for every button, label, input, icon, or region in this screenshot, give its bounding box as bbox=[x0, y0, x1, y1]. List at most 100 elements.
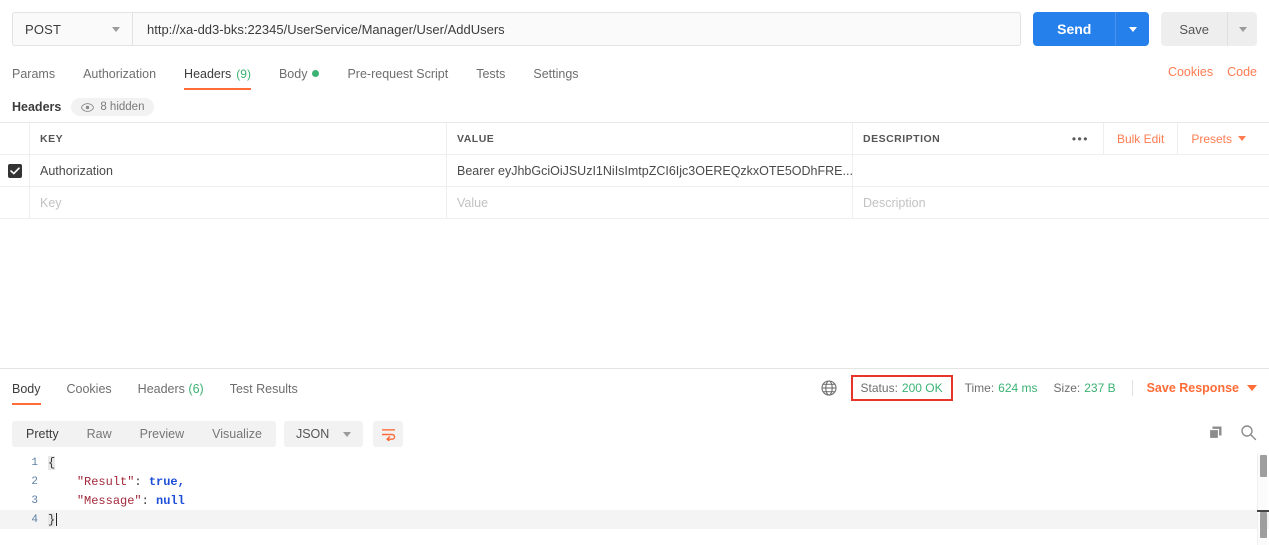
code-line: 2 "Result": true, bbox=[0, 472, 1269, 491]
new-value-input[interactable]: Value bbox=[447, 187, 853, 218]
row-value-cell[interactable]: Bearer eyJhbGciOiJSUzI1NiIsImtpZCI6Ijc3O… bbox=[447, 155, 853, 186]
code-line-text: "Result": true, bbox=[48, 475, 1269, 489]
code-line: 4 } bbox=[0, 510, 1269, 529]
search-icon bbox=[1241, 425, 1257, 441]
bulk-edit-button[interactable]: Bulk Edit bbox=[1104, 123, 1179, 154]
response-tab-cookies[interactable]: Cookies bbox=[67, 382, 112, 405]
hidden-headers-label: 8 hidden bbox=[100, 101, 145, 113]
http-method-selector[interactable]: POST bbox=[12, 12, 132, 46]
scrollbar-thumb-top[interactable] bbox=[1260, 455, 1267, 477]
check-icon bbox=[9, 166, 20, 174]
code-token-value: null bbox=[156, 493, 185, 508]
presets-button[interactable]: Presets bbox=[1178, 123, 1259, 154]
new-description-placeholder: Description bbox=[863, 195, 926, 210]
code-token-comma: , bbox=[177, 474, 185, 489]
tab-label: Body bbox=[278, 66, 308, 81]
copy-icon bbox=[1208, 426, 1222, 439]
response-tabs: Body Cookies Headers (6) Test Results St… bbox=[0, 369, 1269, 407]
chevron-down-icon bbox=[1238, 26, 1247, 32]
response-format-toolbar: Pretty Raw Preview Visualize JSON bbox=[0, 415, 1269, 453]
code-line-text: } bbox=[48, 512, 1269, 527]
http-method-label: POST bbox=[25, 21, 62, 37]
response-tab-label: Cookies bbox=[66, 381, 112, 396]
row-enabled-checkbox[interactable] bbox=[7, 163, 22, 178]
response-body-actions bbox=[1208, 424, 1257, 444]
tab-label: Tests bbox=[476, 66, 506, 81]
chevron-down-icon bbox=[1247, 385, 1257, 391]
text-cursor bbox=[56, 512, 58, 526]
save-response-button[interactable]: Save Response bbox=[1147, 381, 1257, 395]
row-key-cell[interactable]: Authorization bbox=[30, 155, 447, 186]
status-label: Status: bbox=[860, 381, 898, 395]
view-mode-pretty[interactable]: Pretty bbox=[12, 421, 73, 447]
size-value: 237 B bbox=[1084, 381, 1116, 395]
eye-icon bbox=[81, 102, 95, 112]
chevron-down-icon bbox=[1238, 136, 1246, 141]
tab-pre-request-script[interactable]: Pre-request Script bbox=[347, 67, 448, 90]
scrollbar-thumb-bottom[interactable] bbox=[1260, 512, 1267, 538]
response-body-code[interactable]: 1 { 2 "Result": true, 3 "Message": null … bbox=[0, 453, 1269, 545]
request-url-bar: POST http://xa-dd3-bks:22345/UserService… bbox=[0, 0, 1269, 56]
tab-authorization[interactable]: Authorization bbox=[83, 67, 156, 90]
response-tab-test-results[interactable]: Test Results bbox=[230, 382, 298, 405]
row-checkbox-cell-empty bbox=[0, 187, 30, 218]
code-token-brace: { bbox=[48, 455, 56, 470]
word-wrap-button[interactable] bbox=[373, 421, 404, 447]
code-link[interactable]: Code bbox=[1227, 65, 1257, 79]
column-header-key-label: KEY bbox=[40, 132, 64, 145]
url-input[interactable]: http://xa-dd3-bks:22345/UserService/Mana… bbox=[132, 12, 1022, 46]
save-button[interactable]: Save bbox=[1161, 12, 1227, 46]
tab-label: Authorization bbox=[83, 66, 157, 81]
status-value: 200 OK bbox=[901, 381, 943, 395]
globe-icon[interactable] bbox=[820, 380, 837, 396]
tab-params[interactable]: Params bbox=[12, 67, 55, 90]
view-mode-raw[interactable]: Raw bbox=[73, 421, 126, 447]
word-wrap-icon bbox=[381, 428, 396, 441]
meta-divider bbox=[1131, 380, 1133, 396]
tab-tests[interactable]: Tests bbox=[476, 67, 505, 90]
time-meta: Time: 624 ms bbox=[965, 381, 1038, 395]
code-line: 3 "Message": null bbox=[0, 491, 1269, 510]
size-meta: Size: 237 B bbox=[1054, 381, 1116, 395]
code-token-colon: : bbox=[134, 474, 149, 489]
search-button[interactable] bbox=[1240, 424, 1257, 444]
copy-button[interactable] bbox=[1208, 425, 1224, 444]
send-button[interactable]: Send bbox=[1033, 12, 1116, 46]
row-checkbox-cell bbox=[0, 155, 30, 186]
row-description-cell[interactable] bbox=[853, 155, 1269, 186]
column-header-key: KEY bbox=[30, 123, 447, 154]
row-value-text: Bearer eyJhbGciOiJSUzI1NiIsImtpZCI6Ijc3O… bbox=[457, 163, 853, 178]
save-response-label: Save Response bbox=[1146, 381, 1239, 395]
row-key-text: Authorization bbox=[40, 163, 113, 178]
view-mode-visualize[interactable]: Visualize bbox=[198, 421, 276, 447]
table-row-empty[interactable]: Key Value Description bbox=[0, 187, 1269, 219]
save-button-group: Save bbox=[1161, 12, 1257, 46]
cookies-link[interactable]: Cookies bbox=[1168, 65, 1213, 79]
code-line-text: { bbox=[48, 455, 1269, 470]
table-row[interactable]: Authorization Bearer eyJhbGciOiJSUzI1NiI… bbox=[0, 155, 1269, 187]
chevron-down-icon bbox=[1128, 26, 1137, 32]
response-tab-headers[interactable]: Headers (6) bbox=[138, 382, 204, 405]
new-key-input[interactable]: Key bbox=[30, 187, 447, 218]
send-options-button[interactable] bbox=[1115, 12, 1150, 46]
response-language-label: JSON bbox=[295, 427, 330, 441]
line-number: 4 bbox=[31, 513, 38, 526]
tab-headers[interactable]: Headers (9) bbox=[184, 67, 251, 90]
response-tab-body[interactable]: Body bbox=[12, 382, 41, 405]
tab-body[interactable]: Body bbox=[279, 67, 320, 90]
more-options-icon[interactable]: ••• bbox=[1058, 123, 1104, 154]
send-button-group: Send bbox=[1033, 12, 1150, 46]
request-tabs-actions: Cookies Code bbox=[1168, 65, 1257, 83]
headers-section-bar: Headers 8 hidden bbox=[0, 92, 1269, 122]
response-meta: Status: 200 OK Time: 624 ms Size: 237 B … bbox=[820, 375, 1257, 401]
headers-section-label: Headers bbox=[12, 100, 62, 114]
new-description-input[interactable]: Description bbox=[853, 187, 1269, 218]
response-language-selector[interactable]: JSON bbox=[283, 421, 364, 447]
code-token-colon: : bbox=[141, 493, 157, 508]
tab-settings[interactable]: Settings bbox=[533, 67, 578, 90]
view-mode-preview[interactable]: Preview bbox=[126, 421, 198, 447]
tab-label: Settings bbox=[533, 66, 579, 81]
hidden-headers-toggle[interactable]: 8 hidden bbox=[71, 98, 155, 116]
save-options-button[interactable] bbox=[1227, 12, 1257, 46]
